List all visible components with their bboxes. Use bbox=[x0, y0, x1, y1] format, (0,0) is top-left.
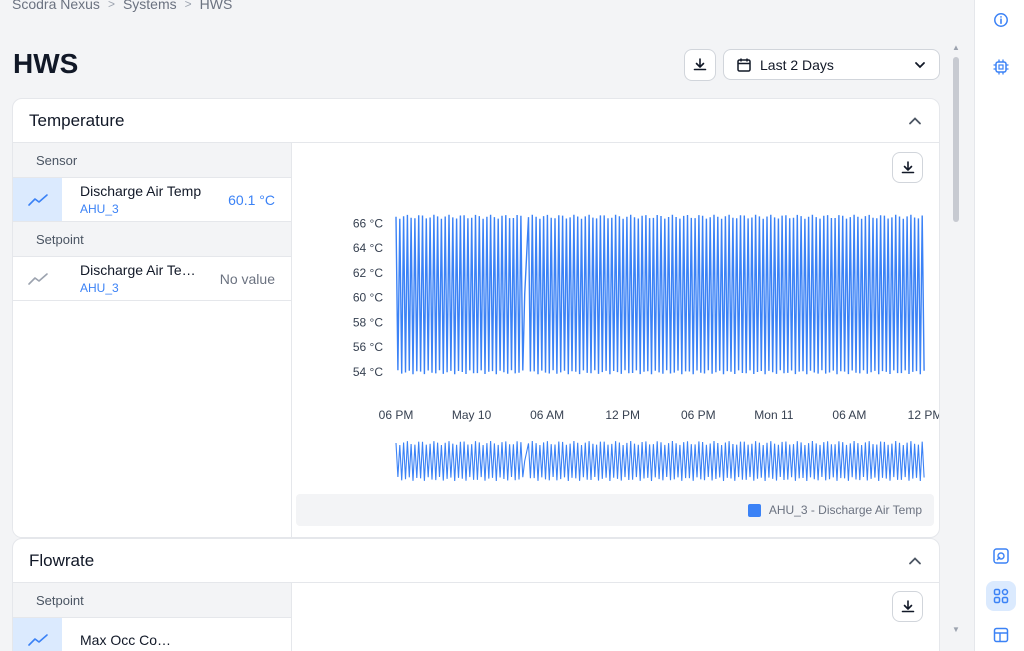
temperature-card: Temperature Sensor Discharge Air Temp AH… bbox=[12, 98, 940, 538]
group-label-setpoint: Setpoint bbox=[13, 583, 291, 618]
flowrate-card-body: Setpoint Max Occ Co… bbox=[13, 583, 939, 651]
page-scrollbar[interactable]: ▲ ▼ bbox=[952, 43, 960, 635]
temperature-card-body: Sensor Discharge Air Temp AHU_3 60.1 °C … bbox=[13, 143, 940, 537]
layout-icon bbox=[993, 627, 1009, 643]
y-tick-label: 56 °C bbox=[353, 340, 383, 354]
y-tick-label: 64 °C bbox=[353, 241, 383, 255]
breadcrumb-item-current: HWS bbox=[199, 0, 233, 12]
group-label-sensor: Sensor bbox=[13, 143, 291, 178]
right-rail bbox=[974, 0, 1024, 651]
chip-button[interactable] bbox=[986, 52, 1016, 82]
x-tick-label: May 10 bbox=[452, 408, 492, 422]
date-range-label: Last 2 Days bbox=[760, 56, 834, 73]
point-value: 60.1 °C bbox=[228, 191, 275, 208]
breadcrumb-item-systems[interactable]: Systems bbox=[123, 0, 177, 12]
breadcrumb: Scodra Nexus > Systems > HWS bbox=[12, 0, 232, 12]
date-range-select[interactable]: Last 2 Days bbox=[723, 49, 940, 80]
y-tick-label: 54 °C bbox=[353, 365, 383, 379]
calendar-icon bbox=[737, 58, 751, 72]
point-name: Max Occ Co… bbox=[80, 631, 172, 648]
legend-swatch[interactable] bbox=[747, 503, 761, 517]
breadcrumb-item-root[interactable]: Scodra Nexus bbox=[12, 0, 100, 12]
trend-line-icon bbox=[27, 193, 48, 206]
temperature-chart-area: 54 °C 56 °C 58 °C 60 °C 62 °C 64 °C 66 °C 06 P… bbox=[292, 143, 940, 537]
export-button[interactable] bbox=[684, 49, 716, 81]
scrollbar-thumb[interactable] bbox=[953, 57, 959, 222]
series-line[interactable] bbox=[395, 214, 925, 375]
x-tick-label: 06 AM bbox=[530, 408, 564, 422]
navigator-series-line[interactable] bbox=[395, 440, 925, 482]
group-label-setpoint: Setpoint bbox=[13, 222, 291, 257]
card-title: Flowrate bbox=[29, 550, 95, 570]
x-tick-label: 12 PM bbox=[908, 408, 940, 422]
x-tick-label: 06 PM bbox=[681, 408, 716, 422]
page-title: HWS bbox=[13, 48, 79, 79]
image-chart-icon bbox=[993, 548, 1009, 564]
flowrate-chart-area bbox=[292, 583, 939, 651]
point-value: No value bbox=[219, 270, 275, 287]
info-icon bbox=[994, 13, 1008, 27]
y-tick-label: 60 °C bbox=[353, 291, 383, 305]
y-tick-label: 66 °C bbox=[353, 216, 383, 230]
trend-line-icon bbox=[27, 272, 48, 285]
card-title: Temperature bbox=[29, 110, 125, 130]
chart-image-button[interactable] bbox=[986, 541, 1016, 571]
x-tick-label: 12 PM bbox=[605, 408, 640, 422]
x-tick-label: Mon 11 bbox=[754, 408, 793, 422]
scroll-down-icon[interactable]: ▼ bbox=[952, 625, 960, 634]
breadcrumb-separator-icon: > bbox=[107, 0, 115, 11]
grid-icon bbox=[993, 588, 1009, 604]
download-icon bbox=[901, 599, 914, 612]
dashboard-button[interactable] bbox=[986, 581, 1016, 611]
temperature-line-chart[interactable]: 54 °C 56 °C 58 °C 60 °C 62 °C 64 °C 66 °C 06 P… bbox=[292, 143, 940, 488]
equipment-name: AHU_3 bbox=[80, 281, 119, 295]
chip-icon bbox=[993, 59, 1009, 75]
chevron-up-icon[interactable] bbox=[907, 113, 923, 129]
point-list: Setpoint Max Occ Co… bbox=[13, 583, 292, 651]
chevron-up-icon[interactable] bbox=[907, 553, 923, 569]
info-button[interactable] bbox=[986, 5, 1016, 35]
temperature-card-header[interactable]: Temperature bbox=[13, 99, 939, 143]
flowrate-card: Flowrate Setpoint Max Occ Co… bbox=[12, 538, 940, 651]
legend-label[interactable]: AHU_3 - Discharge Air Temp bbox=[769, 503, 922, 517]
y-tick-label: 62 °C bbox=[353, 266, 383, 280]
chevron-down-icon bbox=[915, 61, 925, 68]
chart-legend: AHU_3 - Discharge Air Temp bbox=[296, 494, 934, 526]
trend-line-icon bbox=[27, 633, 48, 646]
flowrate-card-header[interactable]: Flowrate bbox=[13, 539, 939, 583]
x-tick-label: 06 PM bbox=[379, 408, 414, 422]
scroll-up-icon[interactable]: ▲ bbox=[952, 43, 960, 52]
layout-button[interactable] bbox=[986, 620, 1016, 650]
breadcrumb-separator-icon: > bbox=[184, 0, 192, 11]
point-list: Sensor Discharge Air Temp AHU_3 60.1 °C … bbox=[13, 143, 292, 537]
download-icon bbox=[693, 58, 707, 71]
point-row-discharge-air-temp[interactable]: Discharge Air Temp AHU_3 60.1 °C bbox=[13, 178, 291, 222]
x-tick-label: 06 AM bbox=[832, 408, 866, 422]
chart-download-button[interactable] bbox=[892, 591, 923, 622]
point-row-max-occ[interactable]: Max Occ Co… bbox=[13, 618, 291, 651]
point-name: Discharge Air Temp bbox=[80, 183, 202, 199]
equipment-name: AHU_3 bbox=[80, 202, 119, 216]
point-row-discharge-air-temp-setpoint[interactable]: Discharge Air Te… AHU_3 No value bbox=[13, 257, 291, 301]
y-tick-label: 58 °C bbox=[353, 315, 383, 329]
point-name: Discharge Air Te… bbox=[80, 262, 196, 278]
